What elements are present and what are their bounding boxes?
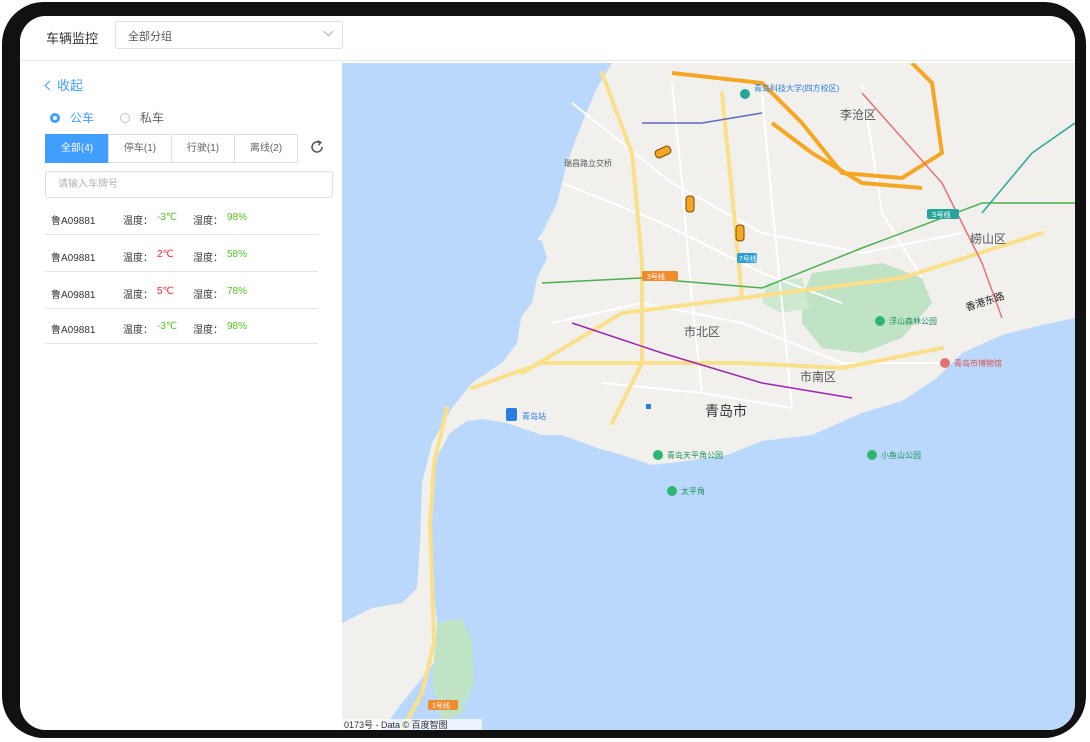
- chevron-down-icon: [323, 26, 334, 37]
- group-select-value: 全部分组: [128, 31, 172, 43]
- temp-value: -3℃: [157, 212, 178, 223]
- vehicle-row[interactable]: 鲁A09881 温度： 5℃ 湿度： 78%: [45, 278, 318, 309]
- car-marker-icon[interactable]: [685, 195, 695, 213]
- vehicle-row[interactable]: 鲁A09881 温度： -3℃ 湿度： 98%: [45, 204, 318, 235]
- plate-search-input[interactable]: [46, 172, 332, 197]
- vehicle-row[interactable]: 鲁A09881 温度： 2℃ 湿度： 58%: [45, 241, 318, 272]
- vehicle-panel: 收起 公车 私车 全部(4) 停车(1) 行驶(1) 离线(2) 请输入车牌号 …: [20, 61, 343, 730]
- refresh-icon[interactable]: [308, 138, 326, 156]
- tab-parked[interactable]: 停车(1): [108, 134, 172, 163]
- vehicle-plate: 鲁A09881: [51, 290, 96, 301]
- group-select[interactable]: 全部分组: [115, 21, 343, 49]
- radio-public[interactable]: 公车: [50, 109, 94, 126]
- temp-value: -3℃: [157, 321, 178, 332]
- temp-label: 温度：: [123, 325, 153, 336]
- humidity-label: 湿度：: [193, 216, 223, 227]
- vehicle-plate: 鲁A09881: [51, 216, 96, 227]
- metro-badge-label: 7号线: [739, 254, 757, 263]
- poi-label: 小鱼山公园: [881, 450, 921, 460]
- humidity-value: 98%: [227, 212, 248, 223]
- metro-badge-label: S号线: [932, 210, 951, 219]
- collapse-label: 收起: [57, 78, 84, 93]
- radio-public-label: 公车: [70, 111, 95, 125]
- metro-badge: 7号线: [737, 253, 757, 263]
- vehicle-plate: 鲁A09881: [51, 325, 96, 336]
- map-canvas[interactable]: 李沧区 崂山区 市北区 市南区 青岛市 香港东路 青岛科技大学(四方校区) 浮山…: [342, 63, 1075, 730]
- temp-label: 温度：: [123, 290, 153, 301]
- poi-label: 瑞昌路立交桥: [564, 158, 612, 168]
- page-title: 车辆监控: [46, 31, 99, 46]
- temp-label: 温度：: [123, 216, 153, 227]
- poi-label: 青岛科技大学(四方校区): [754, 83, 840, 93]
- tab-all[interactable]: 全部(4): [45, 134, 109, 163]
- collapse-button[interactable]: 收起: [44, 75, 84, 94]
- district-label: 市南区: [800, 369, 836, 384]
- poi-label: 青岛站: [522, 411, 546, 421]
- humidity-label: 湿度：: [193, 325, 223, 336]
- map-view[interactable]: 李沧区 崂山区 市北区 市南区 青岛市 香港东路 青岛科技大学(四方校区) 浮山…: [342, 63, 1075, 730]
- vehicle-plate: 鲁A09881: [51, 253, 96, 264]
- tab-driving[interactable]: 行驶(1): [171, 134, 235, 163]
- radio-checked-icon: [50, 113, 60, 123]
- metro-badge-label: 1号线: [432, 701, 450, 710]
- city-label: 青岛市: [705, 403, 747, 419]
- metro-badge: S号线: [927, 209, 959, 219]
- district-label: 李沧区: [840, 107, 876, 122]
- humidity-value: 98%: [227, 321, 248, 332]
- humidity-value: 78%: [227, 286, 248, 297]
- metro-badge: 1号线: [428, 700, 458, 710]
- poi-label: 太平角: [681, 486, 705, 496]
- top-bar: 车辆监控 全部分组: [20, 16, 1075, 61]
- humidity-label: 湿度：: [193, 290, 223, 301]
- radio-unchecked-icon: [120, 113, 130, 123]
- radio-private-label: 私车: [140, 111, 165, 125]
- humidity-value: 58%: [227, 249, 248, 260]
- metro-badge-label: 3号线: [647, 272, 665, 281]
- district-label: 市北区: [684, 324, 720, 339]
- plate-search-field[interactable]: [45, 171, 333, 198]
- temp-value: 2℃: [157, 249, 174, 260]
- device-frame: 车辆监控 全部分组 收起 公车 私车 全部(4) 停车(1) 行驶(1) 离线(…: [2, 2, 1086, 738]
- poi-label: 青岛市博物馆: [954, 358, 1002, 368]
- poi[interactable]: 太平角: [667, 486, 705, 496]
- metro-badge: 3号线: [642, 271, 678, 281]
- temp-value: 5℃: [157, 286, 174, 297]
- poi[interactable]: 小鱼山公园: [867, 450, 921, 460]
- temp-label: 温度：: [123, 253, 153, 264]
- status-tabs: 全部(4) 停车(1) 行驶(1) 离线(2): [45, 134, 298, 163]
- tab-offline[interactable]: 离线(2): [234, 134, 298, 163]
- car-marker-icon[interactable]: [735, 224, 745, 242]
- map-copyright: 0173号 - Data © 百度智图: [344, 719, 448, 730]
- district-label: 崂山区: [970, 232, 1006, 246]
- humidity-label: 湿度：: [193, 253, 223, 264]
- chevron-left-icon: [44, 80, 55, 91]
- bus-stop-icon: [646, 404, 651, 409]
- vehicle-row[interactable]: 鲁A09881 温度： -3℃ 湿度： 98%: [45, 313, 318, 344]
- poi-label: 浮山森林公园: [889, 316, 937, 326]
- app-screen: 车辆监控 全部分组 收起 公车 私车 全部(4) 停车(1) 行驶(1) 离线(…: [20, 16, 1075, 730]
- radio-private[interactable]: 私车: [120, 109, 164, 126]
- poi-label: 青岛天平角公园: [667, 450, 723, 460]
